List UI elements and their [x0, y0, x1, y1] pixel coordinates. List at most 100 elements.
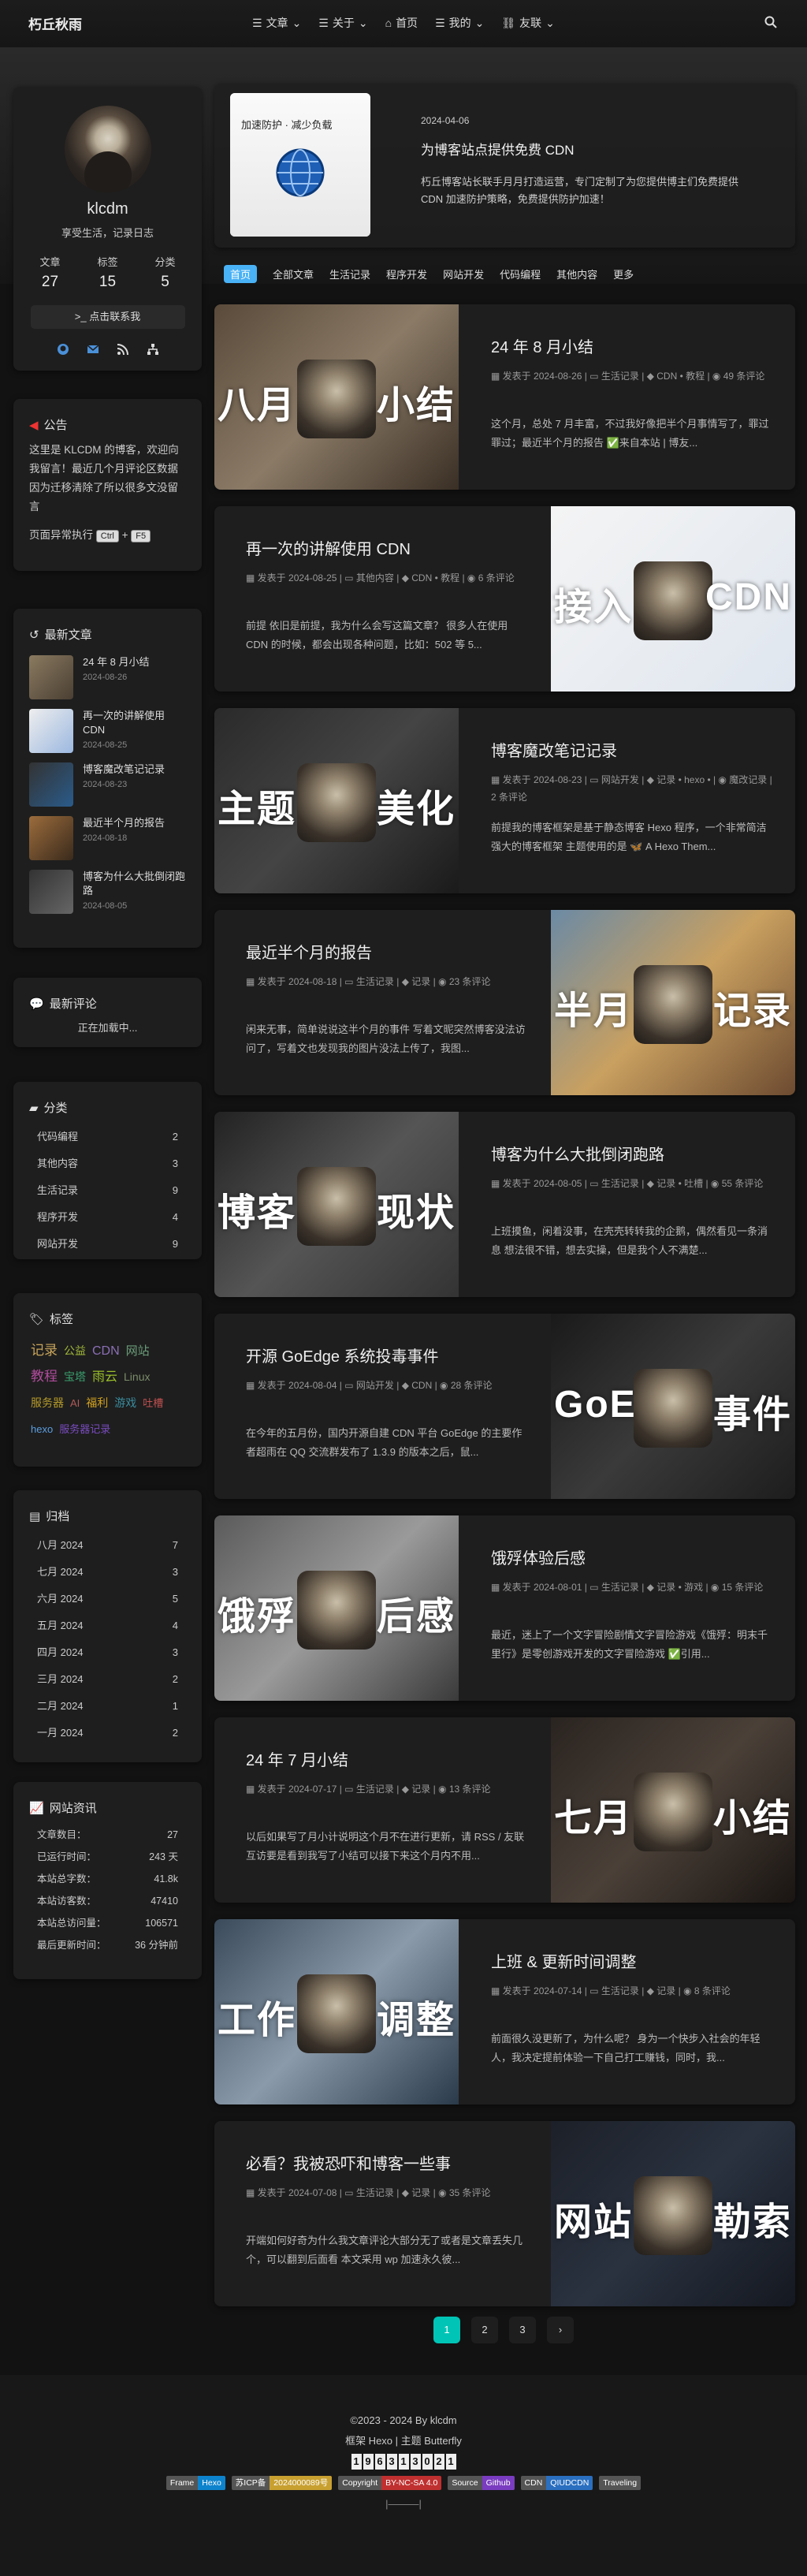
tag-link[interactable]: 游戏 [114, 1390, 136, 1415]
recent-title[interactable]: 博客为什么大批倒闭跑路 [83, 870, 186, 898]
category-item[interactable]: 其他内容 3 [13, 1150, 202, 1177]
post-cover[interactable]: 饿殍 后感 [214, 1515, 459, 1701]
post-tags[interactable]: CDN • 教程 [411, 572, 459, 583]
category-tab-0[interactable]: 首页 [224, 264, 258, 283]
footer-badge[interactable]: CDN QIUDCDN [520, 2476, 593, 2490]
category-tab-7[interactable]: 更多 [613, 267, 634, 281]
post-cover[interactable]: 半月 记录 [551, 910, 795, 1095]
post-cover[interactable]: 工作 调整 [214, 1919, 459, 2104]
post-category[interactable]: 生活记录 [601, 1178, 639, 1189]
post-title[interactable]: 24 年 7 月小结 [246, 1747, 348, 1770]
post-tags[interactable]: CDN [411, 1380, 432, 1391]
post-card[interactable]: 接入 CDN 再一次的讲解使用 CDN ▦ 发表于 2024-08-25 | ▭ 其他… [214, 506, 795, 692]
post-title[interactable]: 开源 GoEdge 系统投毒事件 [246, 1344, 439, 1366]
tag-link[interactable]: hexo [31, 1417, 53, 1442]
tag-link[interactable]: 教程 [31, 1364, 58, 1389]
category-tab-6[interactable]: 其他内容 [556, 267, 597, 281]
tag-link[interactable]: 宝塔 [64, 1364, 86, 1389]
post-title[interactable]: 再一次的讲解使用 CDN [246, 536, 411, 559]
post-tags[interactable]: 记录 [411, 976, 430, 987]
post-cover[interactable]: 主题 美化 [214, 708, 459, 893]
recent-post-item[interactable]: 最近半个月的报告 2024-08-18 [13, 811, 202, 865]
search-icon[interactable] [764, 16, 777, 28]
github-icon[interactable] [57, 343, 69, 356]
recent-post-item[interactable]: 博客魔改笔记记录 2024-08-23 [13, 758, 202, 811]
post-comments[interactable]: 6 条评论 [478, 572, 515, 583]
post-category[interactable]: 生活记录 [601, 371, 639, 382]
post-category[interactable]: 其他内容 [356, 572, 394, 583]
stat-articles[interactable]: 文章 27 [39, 254, 60, 291]
post-comments[interactable]: 8 条评论 [694, 1985, 731, 1996]
tag-link[interactable]: AI [70, 1391, 80, 1416]
post-title[interactable]: 饿殍体验后感 [491, 1545, 586, 1568]
post-card[interactable]: 饿殍 后感 饿殍体验后感 ▦ 发表于 2024-08-01 | ▭ 生活记录 | ◆ … [214, 1515, 795, 1701]
post-category[interactable]: 生活记录 [356, 1784, 394, 1795]
post-comments[interactable]: 35 条评论 [449, 2187, 491, 2198]
tag-link[interactable]: 服务器 [31, 1390, 64, 1415]
tag-link[interactable]: 服务器记录 [59, 1417, 110, 1442]
post-title[interactable]: 24 年 8 月小结 [491, 334, 593, 357]
tag-link[interactable]: 福利 [86, 1390, 108, 1415]
nav-menu-4[interactable]: ⛓ 友联 ⌄ [501, 15, 555, 31]
archive-item[interactable]: 三月 2024 2 [13, 1666, 202, 1693]
archive-item[interactable]: 八月 2024 7 [13, 1532, 202, 1559]
post-cover[interactable]: 接入 CDN [551, 506, 795, 692]
recent-post-item[interactable]: 博客为什么大批倒闭跑路 2024-08-05 [13, 865, 202, 919]
tag-link[interactable]: Linux [124, 1364, 150, 1389]
page-1[interactable]: 1 [433, 2317, 460, 2343]
stat-tags[interactable]: 标签 15 [97, 254, 117, 291]
post-category[interactable]: 网站开发 [601, 774, 639, 785]
post-card[interactable]: 八月 小结 24 年 8 月小结 ▦ 发表于 2024-08-26 | ▭ 生活记录 … [214, 304, 795, 490]
post-cover[interactable]: GoE 事件 [551, 1314, 795, 1499]
nav-menu-1[interactable]: ☰ 关于 ⌄ [318, 15, 367, 31]
post-category[interactable]: 生活记录 [601, 1985, 639, 1996]
tag-link[interactable]: 网站 [126, 1339, 150, 1364]
recent-title[interactable]: 再一次的讲解使用 CDN [83, 709, 186, 737]
site-name-link[interactable]: 朽丘秋雨 [28, 13, 82, 33]
post-comments[interactable]: 28 条评论 [451, 1380, 493, 1391]
recent-post-item[interactable]: 再一次的讲解使用 CDN 2024-08-25 [13, 704, 202, 758]
archive-item[interactable]: 七月 2024 3 [13, 1559, 202, 1586]
post-cover[interactable]: 网站 勒索 [551, 2121, 795, 2306]
archive-item[interactable]: 一月 2024 2 [13, 1720, 202, 1747]
archive-item[interactable]: 六月 2024 5 [13, 1586, 202, 1612]
mail-icon[interactable] [87, 343, 99, 356]
featured-title[interactable]: 为博客站点提供免费 CDN [421, 139, 575, 158]
post-comments[interactable]: 13 条评论 [449, 1784, 491, 1795]
footer-badge[interactable]: Source Github [448, 2476, 515, 2490]
post-comments[interactable]: 23 条评论 [449, 976, 491, 987]
category-tab-2[interactable]: 生活记录 [329, 267, 370, 281]
tag-link[interactable]: CDN [92, 1339, 120, 1364]
post-cover[interactable]: 博客 现状 [214, 1112, 459, 1297]
nav-menu-3[interactable]: ☰ 我的 ⌄ [435, 15, 484, 31]
post-comments[interactable]: 49 条评论 [723, 371, 765, 382]
category-item[interactable]: 生活记录 9 [13, 1177, 202, 1204]
post-title[interactable]: 上班 & 更新时间调整 [491, 1949, 636, 1972]
post-tags[interactable]: 记录 [411, 1784, 430, 1795]
stat-categories[interactable]: 分类 5 [154, 254, 175, 291]
post-tags[interactable]: 记录 [411, 2187, 430, 2198]
post-comments[interactable]: 15 条评论 [722, 1582, 764, 1593]
post-card[interactable]: 网站 勒索 必看？我被恐吓和博客一些事 ▦ 发表于 2024-07-08 | ▭ 生活… [214, 2121, 795, 2306]
nav-menu-2[interactable]: ⌂ 首页 [385, 15, 418, 31]
category-item[interactable]: 程序开发 4 [13, 1204, 202, 1231]
post-title[interactable]: 博客为什么大批倒闭跑路 [491, 1142, 664, 1165]
post-category[interactable]: 生活记录 [356, 976, 394, 987]
page-2[interactable]: 2 [471, 2317, 498, 2343]
post-comments[interactable]: 55 条评论 [722, 1178, 764, 1189]
footer-badge[interactable]: Frame Hexo [165, 2476, 225, 2490]
category-tab-3[interactable]: 程序开发 [386, 267, 427, 281]
post-tags[interactable]: 记录 • hexo • [656, 774, 710, 785]
post-cover[interactable]: 八月 小结 [214, 304, 459, 490]
tag-link[interactable]: 记录 [31, 1338, 58, 1363]
category-tab-4[interactable]: 网站开发 [443, 267, 484, 281]
post-category[interactable]: 生活记录 [601, 1582, 639, 1593]
archive-item[interactable]: 四月 2024 3 [13, 1639, 202, 1666]
follow-button[interactable]: >_ 点击联系我 [30, 305, 185, 329]
post-category[interactable]: 网站开发 [356, 1380, 394, 1391]
post-tags[interactable]: 记录 [656, 1985, 675, 1996]
archive-item[interactable]: 五月 2024 4 [13, 1612, 202, 1639]
post-tags[interactable]: 记录 • 吐槽 [656, 1178, 703, 1189]
post-title[interactable]: 博客魔改笔记记录 [491, 738, 617, 761]
post-title[interactable]: 最近半个月的报告 [246, 940, 372, 963]
